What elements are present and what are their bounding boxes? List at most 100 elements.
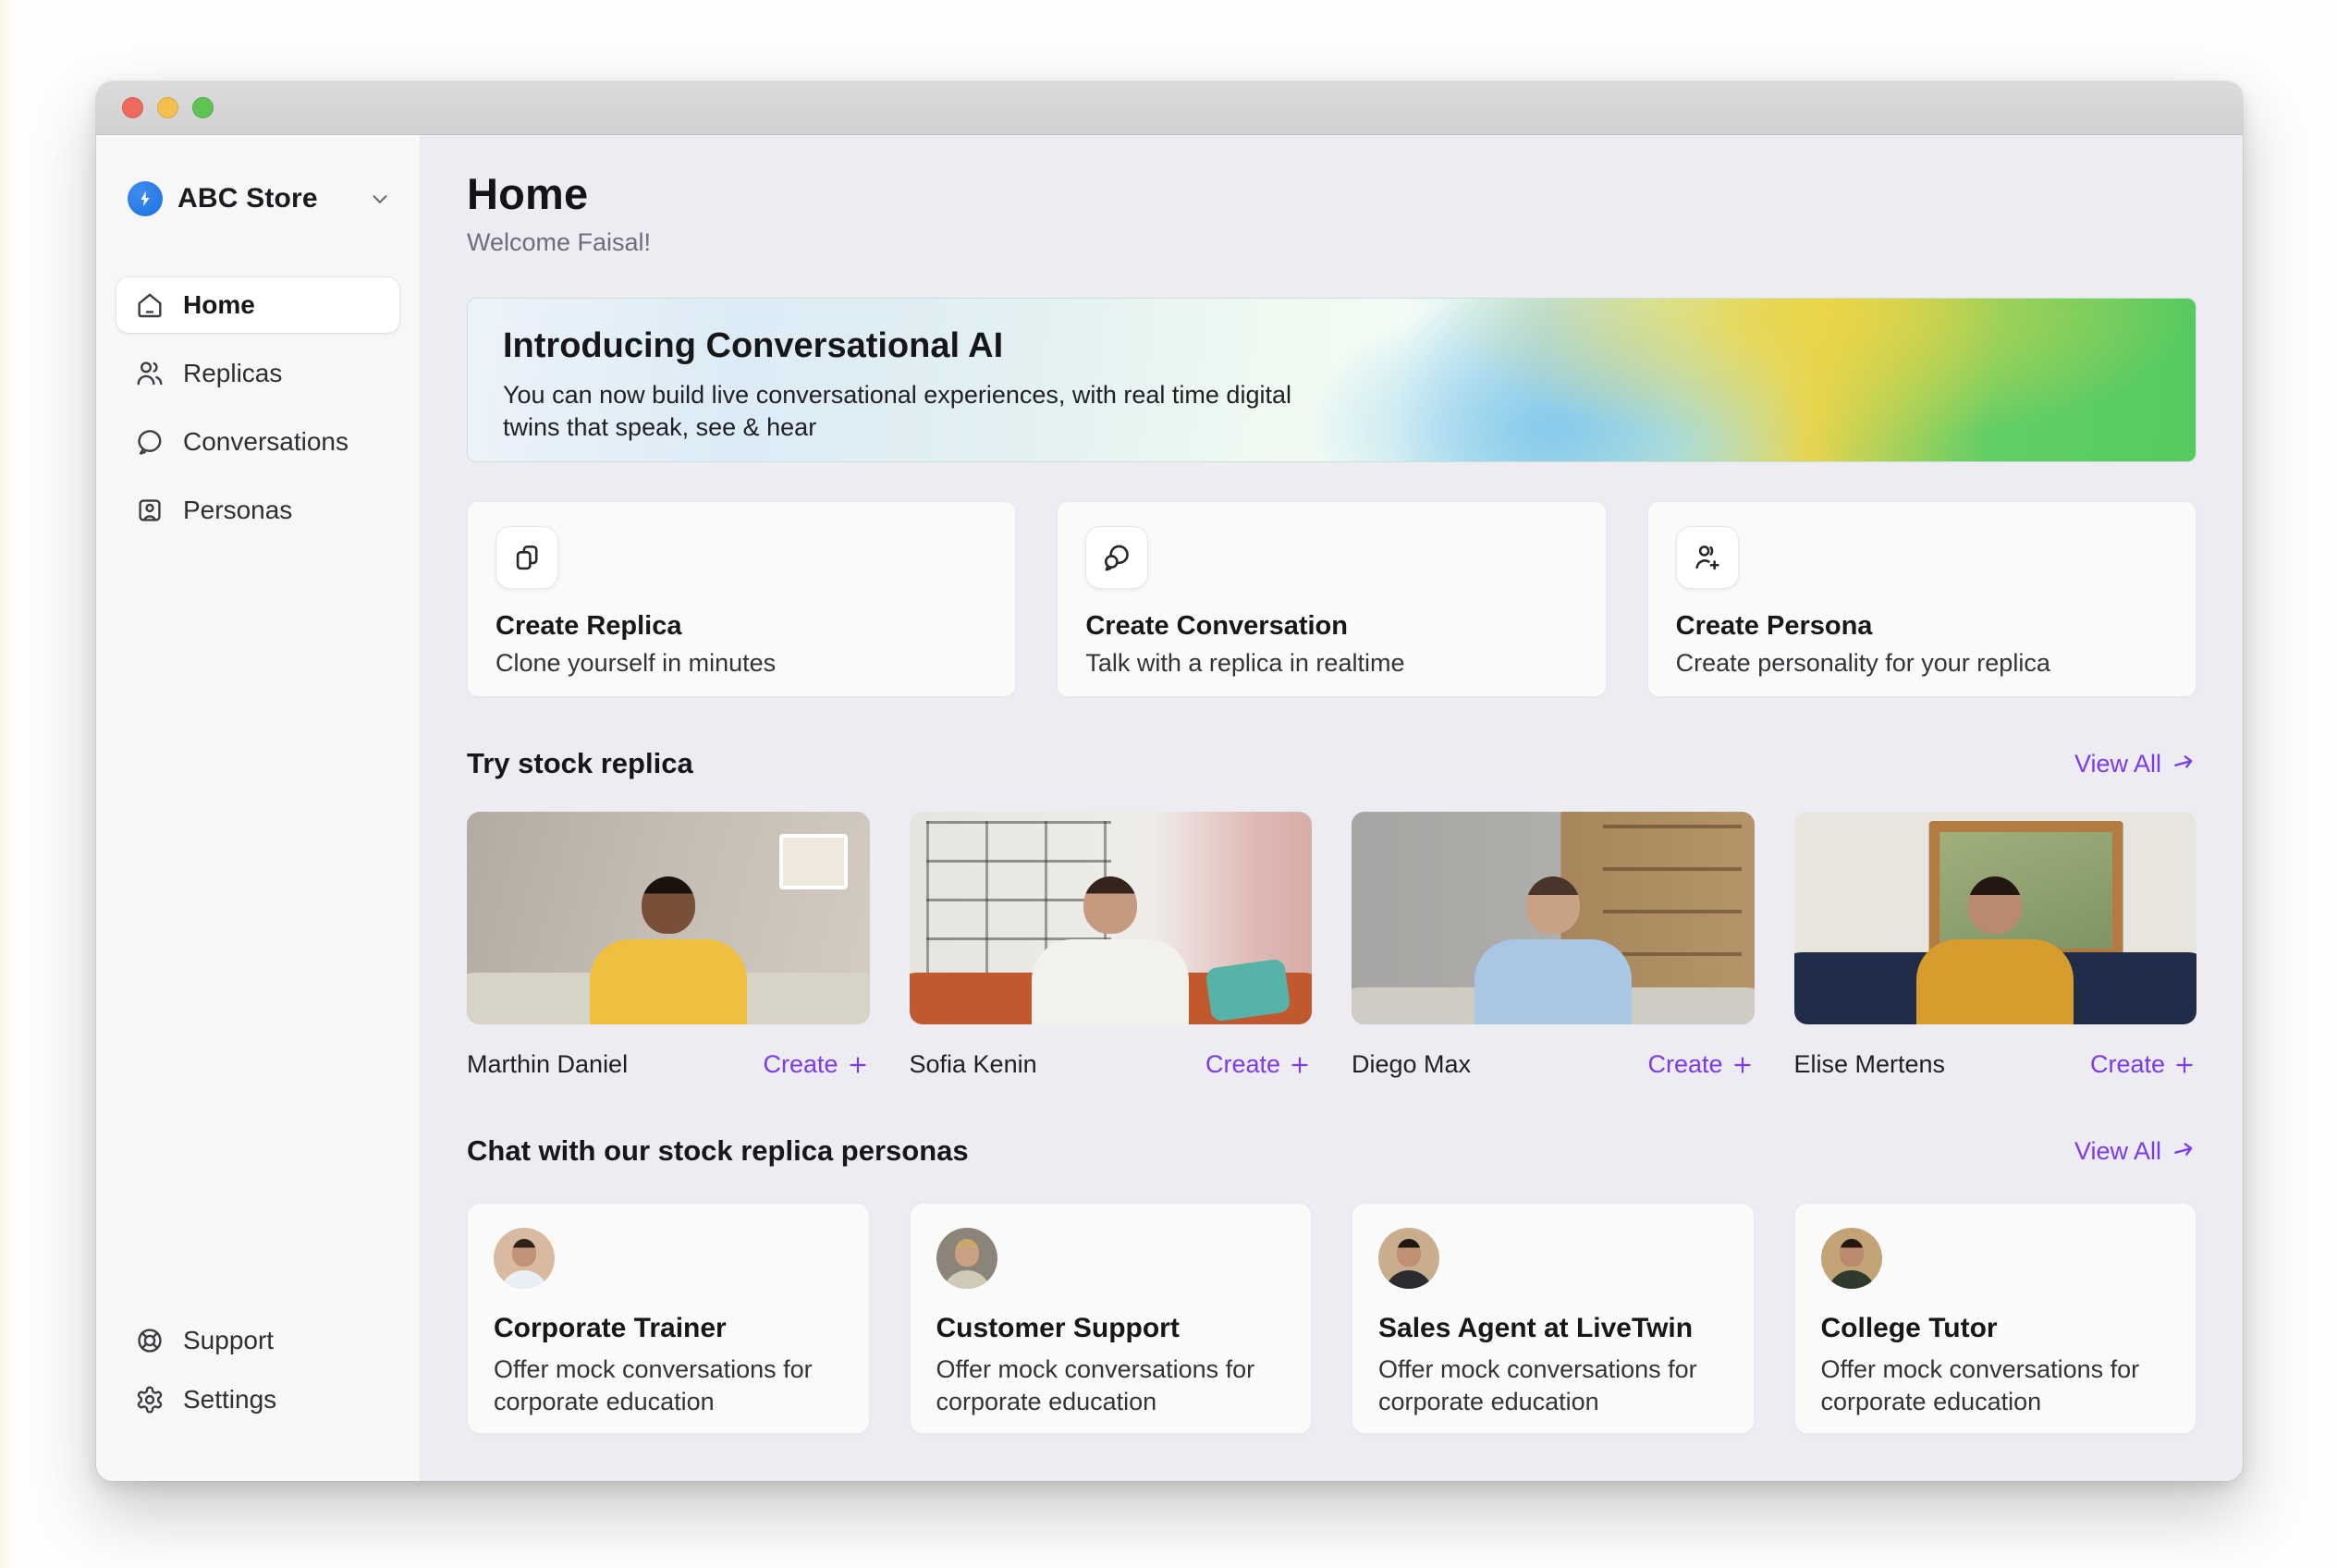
sidebar-item-label: Replicas <box>183 359 282 388</box>
replica-photo-diego[interactable] <box>1352 812 1755 1024</box>
card-description: Create personality for your replica <box>1676 649 2168 678</box>
replica-name: Marthin Daniel <box>467 1050 628 1079</box>
sidebar-item-personas[interactable]: Personas <box>116 483 399 538</box>
create-conversation-card[interactable]: Create Conversation Talk with a replica … <box>1057 501 1606 697</box>
card-description: Talk with a replica in realtime <box>1085 649 1577 678</box>
replica-photo-elise[interactable] <box>1794 812 2197 1024</box>
page-title: Home <box>467 168 2196 219</box>
replica-card: Sofia Kenin Create <box>910 812 1313 1079</box>
sidebar-item-label: Personas <box>183 496 292 525</box>
card-description: Clone yourself in minutes <box>496 649 987 678</box>
sidebar-item-label: Conversations <box>183 427 349 457</box>
sidebar-item-label: Home <box>183 290 255 320</box>
replica-name: Diego Max <box>1352 1050 1471 1079</box>
plus-icon <box>1288 1053 1312 1077</box>
sidebar-footer: Support Settings <box>116 1315 399 1426</box>
zoom-button[interactable] <box>192 97 214 118</box>
sidebar-item-conversations[interactable]: Conversations <box>116 414 399 470</box>
create-label: Create <box>1205 1050 1280 1079</box>
arrow-right-icon <box>2171 751 2196 777</box>
sidebar-item-replicas[interactable]: Replicas <box>116 346 399 401</box>
create-label: Create <box>1647 1050 1722 1079</box>
section-title: Chat with our stock replica personas <box>467 1134 969 1168</box>
sidebar-item-settings[interactable]: Settings <box>116 1374 399 1426</box>
banner-title: Introducing Conversational AI <box>503 326 2160 366</box>
persona-card-corporate-trainer[interactable]: Corporate Trainer Offer mock conversatio… <box>467 1203 870 1434</box>
card-title: Create Persona <box>1676 611 2168 642</box>
view-all-personas-link[interactable]: View All <box>2074 1137 2196 1166</box>
lifebuoy-icon <box>135 1326 165 1355</box>
user-plus-icon <box>1676 526 1739 589</box>
card-title: Create Replica <box>496 611 987 642</box>
create-replica-marthin-button[interactable]: Create <box>763 1050 869 1079</box>
replica-name: Elise Mertens <box>1794 1050 1946 1079</box>
persona-card-sales-agent[interactable]: Sales Agent at LiveTwin Offer mock conve… <box>1352 1203 1755 1434</box>
persona-description: Offer mock conversations for corporate e… <box>936 1354 1286 1418</box>
plus-icon <box>1731 1053 1755 1077</box>
persona-avatar <box>494 1228 555 1289</box>
users-icon <box>135 359 165 388</box>
replica-card: Elise Mertens Create <box>1794 812 2197 1079</box>
persona-card-customer-support[interactable]: Customer Support Offer mock conversation… <box>910 1203 1313 1434</box>
view-all-replicas-link[interactable]: View All <box>2074 750 2196 778</box>
persona-title: Corporate Trainer <box>494 1313 843 1344</box>
replica-card: Diego Max Create <box>1352 812 1755 1079</box>
sidebar-item-support[interactable]: Support <box>116 1315 399 1366</box>
create-persona-card[interactable]: Create Persona Create personality for yo… <box>1647 501 2196 697</box>
replica-card: Marthin Daniel Create <box>467 812 870 1079</box>
persona-title: Sales Agent at LiveTwin <box>1378 1313 1728 1344</box>
persona-title: Customer Support <box>936 1313 1286 1344</box>
stock-replica-section-header: Try stock replica View All <box>467 747 2196 780</box>
minimize-button[interactable] <box>157 97 178 118</box>
close-button[interactable] <box>122 97 143 118</box>
persona-description: Offer mock conversations for corporate e… <box>1378 1354 1728 1418</box>
persona-avatar <box>1378 1228 1439 1289</box>
persona-avatar <box>936 1228 997 1289</box>
stock-replica-grid: Marthin Daniel Create Sofia Kenin <box>467 812 2196 1079</box>
plus-icon <box>2172 1053 2196 1077</box>
contact-card-icon <box>135 496 165 525</box>
replica-photo-marthin[interactable] <box>467 812 870 1024</box>
persona-avatar <box>1821 1228 1882 1289</box>
create-replica-diego-button[interactable]: Create <box>1647 1050 1754 1079</box>
chevron-down-icon <box>368 187 392 211</box>
arrow-right-icon <box>2171 1138 2196 1164</box>
create-label: Create <box>763 1050 838 1079</box>
replica-name: Sofia Kenin <box>910 1050 1037 1079</box>
app-window: ABC Store Home Replicas Conversations <box>96 81 2243 1481</box>
main-content: Home Welcome Faisal! Introducing Convers… <box>421 135 2243 1481</box>
sidebar-nav: Home Replicas Conversations Personas <box>116 277 399 538</box>
chat-bubble-icon <box>135 427 165 457</box>
workspace-logo-lightning-icon <box>128 181 163 216</box>
quick-actions: Create Replica Clone yourself in minutes… <box>467 501 2196 697</box>
personas-section-header: Chat with our stock replica personas Vie… <box>467 1134 2196 1168</box>
welcome-message: Welcome Faisal! <box>467 228 2196 257</box>
sidebar-item-label: Settings <box>183 1385 276 1415</box>
persona-description: Offer mock conversations for corporate e… <box>1821 1354 2171 1418</box>
create-replica-card[interactable]: Create Replica Clone yourself in minutes <box>467 501 1016 697</box>
sidebar-item-label: Support <box>183 1326 274 1355</box>
persona-title: College Tutor <box>1821 1313 2171 1344</box>
replica-photo-sofia[interactable] <box>910 812 1313 1024</box>
plus-icon <box>846 1053 870 1077</box>
create-replica-sofia-button[interactable]: Create <box>1205 1050 1312 1079</box>
chat-bubbles-icon <box>1085 526 1148 589</box>
home-icon <box>135 290 165 320</box>
clone-icon <box>496 526 558 589</box>
workspace-switcher[interactable]: ABC Store <box>116 181 399 216</box>
persona-grid: Corporate Trainer Offer mock conversatio… <box>467 1203 2196 1434</box>
announcement-banner: Introducing Conversational AI You can no… <box>467 298 2196 462</box>
gear-icon <box>135 1385 165 1415</box>
titlebar <box>96 81 2243 135</box>
view-all-label: View All <box>2074 1137 2161 1166</box>
banner-body: You can now build live conversational ex… <box>503 379 1353 443</box>
section-title: Try stock replica <box>467 747 693 780</box>
create-replica-elise-button[interactable]: Create <box>2090 1050 2196 1079</box>
sidebar-item-home[interactable]: Home <box>116 277 399 333</box>
workspace-name: ABC Store <box>177 183 353 214</box>
view-all-label: View All <box>2074 750 2161 778</box>
sidebar: ABC Store Home Replicas Conversations <box>96 135 421 1481</box>
card-title: Create Conversation <box>1085 611 1577 642</box>
persona-card-college-tutor[interactable]: College Tutor Offer mock conversations f… <box>1794 1203 2197 1434</box>
create-label: Create <box>2090 1050 2165 1079</box>
